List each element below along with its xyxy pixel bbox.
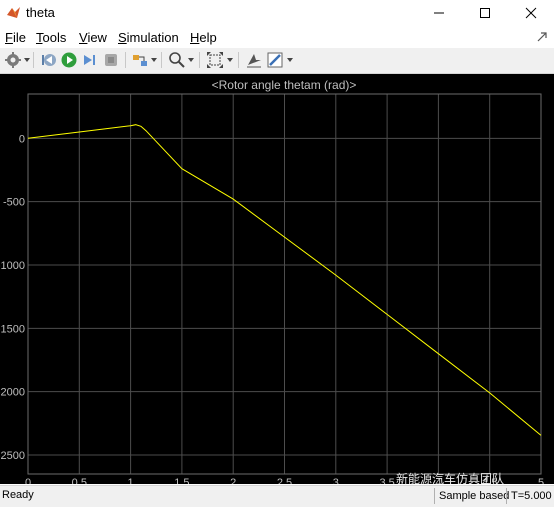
status-ready: Ready — [2, 489, 34, 501]
cursor-measure-icon[interactable] — [245, 51, 263, 69]
stop-icon[interactable] — [102, 51, 120, 69]
x-tick-label: 5 — [538, 477, 544, 484]
chevron-down-icon[interactable] — [188, 57, 194, 63]
toolbar-separator — [125, 52, 126, 68]
close-button[interactable] — [508, 0, 554, 26]
x-tick-label: 1.5 — [174, 477, 189, 484]
chevron-down-icon[interactable] — [24, 57, 30, 63]
gear-icon[interactable] — [4, 51, 22, 69]
toolbar — [0, 48, 554, 74]
toolbar-separator — [33, 52, 34, 68]
grid-lines — [27, 94, 542, 474]
x-tick-label: 0.5 — [72, 477, 87, 484]
toolbar-separator — [238, 52, 239, 68]
x-tick-label: 2.5 — [277, 477, 292, 484]
toolbar-separator — [199, 52, 200, 68]
menu-tools[interactable]: Tools — [36, 30, 66, 45]
plot-title: <Rotor angle thetam (rad)> — [212, 78, 357, 92]
close-icon — [525, 7, 537, 19]
menu-simulation[interactable]: Simulation — [118, 30, 179, 45]
maximize-icon — [480, 8, 490, 18]
highlight-block-icon[interactable] — [131, 51, 149, 69]
x-tick-label: 3.5 — [379, 477, 394, 484]
status-time: T=5.000 — [506, 488, 554, 504]
x-tick-label: 0 — [25, 477, 31, 484]
menu-bar: File Tools View Simulation Help — [0, 28, 554, 48]
autoscale-icon[interactable] — [206, 51, 224, 69]
scope-plot[interactable]: <Rotor angle thetam (rad)> 0 -500 -1000 -15… — [0, 74, 554, 489]
chevron-down-icon[interactable] — [151, 57, 157, 63]
y-tick-label: -2500 — [0, 450, 25, 462]
title-bar: theta — [0, 0, 554, 26]
y-tick-labels: 0 -500 -1000 -1500 -2000 -2500 — [0, 133, 25, 462]
run-icon[interactable] — [60, 51, 78, 69]
y-tick-label: -1500 — [0, 323, 25, 335]
minimize-button[interactable] — [416, 0, 462, 26]
menu-help[interactable]: Help — [190, 30, 217, 45]
maximize-button[interactable] — [462, 0, 508, 26]
undock-arrow-icon[interactable] — [536, 31, 548, 43]
y-tick-label: -2000 — [0, 387, 25, 399]
minimize-icon — [434, 12, 444, 14]
x-tick-label: 3 — [333, 477, 339, 484]
chevron-down-icon[interactable] — [287, 57, 293, 63]
status-bar: Ready Sample based T=5.000 — [0, 485, 554, 507]
toolbar-separator — [161, 52, 162, 68]
zoom-icon[interactable] — [168, 51, 186, 69]
step-forward-icon[interactable] — [81, 51, 99, 69]
y-tick-label: 0 — [19, 133, 25, 145]
y-tick-label: -1000 — [0, 260, 25, 272]
x-tick-label: 2 — [230, 477, 236, 484]
window-title: theta — [26, 5, 55, 20]
step-back-icon[interactable] — [40, 51, 58, 69]
matlab-icon — [7, 7, 20, 18]
scope-display: <Rotor angle thetam (rad)> 0 -500 -1000 -15… — [0, 74, 554, 489]
menu-file[interactable]: File — [5, 30, 26, 45]
menu-view[interactable]: View — [79, 30, 107, 45]
style-icon[interactable] — [266, 51, 284, 69]
status-sample-mode: Sample based — [434, 488, 513, 504]
x-tick-label: 1 — [128, 477, 134, 484]
chevron-down-icon[interactable] — [227, 57, 233, 63]
y-tick-label: -500 — [3, 197, 25, 209]
